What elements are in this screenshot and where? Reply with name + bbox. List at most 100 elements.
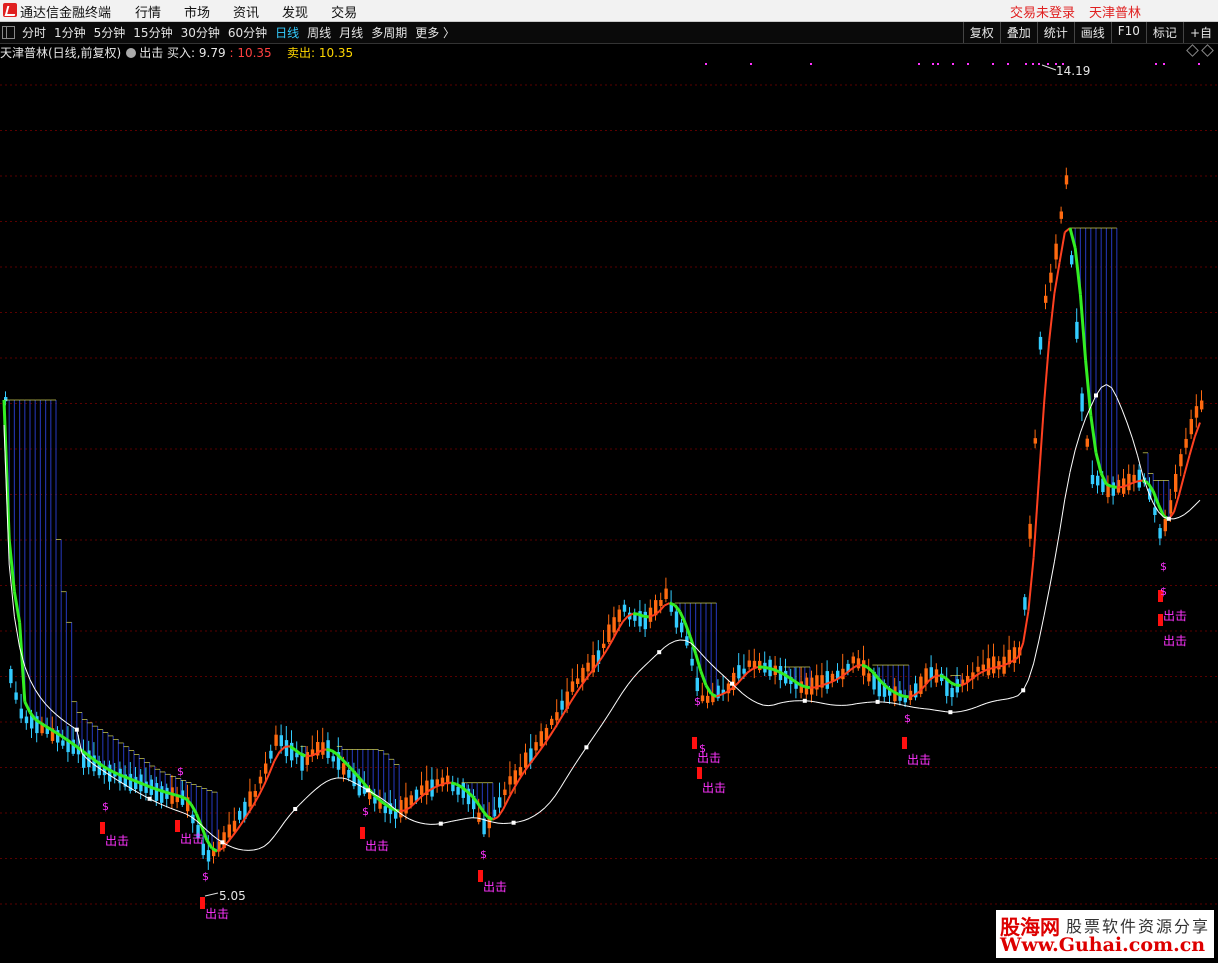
tab-daily[interactable]: 日线 xyxy=(275,24,299,41)
menu-item-discover[interactable]: 发现 xyxy=(282,2,308,21)
top-marker-dot xyxy=(932,63,934,65)
slow-line-segment xyxy=(575,754,582,764)
slow-line-segment xyxy=(965,708,972,711)
signal-dollar: $ xyxy=(699,742,706,755)
slow-line-segment xyxy=(716,668,722,675)
menu-item-market[interactable]: 市场 xyxy=(184,2,210,21)
rising-line-segment xyxy=(1137,479,1143,483)
high-marker-arrow xyxy=(1041,64,1057,71)
candle-body xyxy=(976,666,980,672)
slow-line-segment xyxy=(1111,387,1118,398)
slow-line-segment xyxy=(986,701,993,704)
mark-button[interactable]: 标记 xyxy=(1145,22,1183,43)
tab-weekly[interactable]: 周线 xyxy=(307,24,331,41)
tab-intraday[interactable]: 分时 xyxy=(22,24,46,41)
overlay-button[interactable]: 叠加 xyxy=(999,22,1037,43)
falling-line-segment xyxy=(1151,490,1160,506)
rising-line-segment xyxy=(658,604,666,613)
slow-line-segment xyxy=(1012,695,1019,699)
candle-body xyxy=(1194,406,1199,418)
top-marker-dot xyxy=(1025,63,1027,65)
rising-line-segment xyxy=(1037,404,1045,481)
slow-line-segment xyxy=(227,844,234,848)
slow-line-segment xyxy=(263,841,270,847)
candle-body xyxy=(284,740,289,757)
current-stock-name[interactable]: 天津普林 xyxy=(1089,2,1141,21)
candle-body xyxy=(576,678,580,684)
indicator-name[interactable]: 出击 xyxy=(139,46,163,60)
menu-item-news[interactable]: 资讯 xyxy=(233,2,259,21)
falling-line-segment xyxy=(683,622,692,638)
candle-body xyxy=(648,607,653,622)
slow-line-segment xyxy=(1038,615,1045,642)
statistics-button[interactable]: 统计 xyxy=(1036,22,1074,43)
slow-line-segment xyxy=(846,704,852,706)
rising-line-segment xyxy=(399,809,405,813)
rising-line-segment xyxy=(284,745,291,748)
rising-line-segment xyxy=(1027,557,1035,612)
slow-line-segment xyxy=(606,708,613,717)
falling-line-segment xyxy=(678,611,687,624)
slow-line-segment xyxy=(585,739,593,748)
candle-body xyxy=(14,692,18,700)
slow-line-segment xyxy=(461,817,467,820)
slow-line-segment xyxy=(913,706,920,709)
slow-line-segment xyxy=(273,828,281,837)
indicator-options-icon[interactable] xyxy=(126,48,137,58)
slow-line-segment xyxy=(1173,516,1180,520)
signal-label: 出击 xyxy=(483,880,507,894)
panel-toggle-icon[interactable] xyxy=(2,26,15,39)
trade-login-status[interactable]: 交易未登录 xyxy=(1010,2,1075,21)
rising-line-segment xyxy=(736,677,744,685)
tab-60min[interactable]: 60分钟 xyxy=(228,24,267,41)
candle-body xyxy=(851,656,855,664)
candle-body xyxy=(622,604,627,612)
tab-5min[interactable]: 5分钟 xyxy=(94,24,126,41)
slow-line-segment xyxy=(55,714,62,720)
tab-30min[interactable]: 30分钟 xyxy=(181,24,220,41)
tab-1min[interactable]: 1分钟 xyxy=(54,24,86,41)
draw-line-button[interactable]: 画线 xyxy=(1073,22,1111,43)
price-chart[interactable]: $出击$出击$出击$出击$出击$出击$出击$出击$出击$出击14.195.05 xyxy=(0,60,1218,963)
candle-body xyxy=(227,824,231,838)
candle-body xyxy=(950,687,954,698)
falling-line-segment xyxy=(1068,227,1077,249)
slow-line-segment xyxy=(700,652,707,660)
slow-line-segment xyxy=(1178,514,1185,518)
falling-line-segment xyxy=(633,612,639,616)
candle-body xyxy=(680,622,684,633)
signal-label: 出击 xyxy=(205,907,229,921)
tab-monthly[interactable]: 月线 xyxy=(339,24,363,41)
candle-body xyxy=(1085,438,1089,447)
slow-line-segment xyxy=(919,707,925,710)
falling-line-segment xyxy=(299,752,307,758)
rising-line-segment xyxy=(622,615,629,623)
tab-more[interactable]: 更多 〉 xyxy=(415,24,455,41)
rising-line-segment xyxy=(856,664,863,667)
slow-line-segment xyxy=(159,803,166,807)
slow-line-segment xyxy=(815,701,821,704)
f10-button[interactable]: F10 xyxy=(1110,22,1146,43)
restore-rights-button[interactable]: 复权 xyxy=(962,22,1000,43)
expand-diamond-icon[interactable] xyxy=(1201,44,1214,57)
slow-line-segment xyxy=(565,770,572,780)
slow-line-segment xyxy=(523,818,530,821)
add-watchlist-button[interactable]: +自 xyxy=(1182,22,1218,43)
tab-15min[interactable]: 15分钟 xyxy=(133,24,172,41)
falling-line-segment xyxy=(799,683,806,689)
tab-multi-period[interactable]: 多周期 xyxy=(371,24,407,41)
signal-label: 出击 xyxy=(180,832,204,846)
top-marker-dot xyxy=(810,63,812,65)
signal-bar xyxy=(692,737,697,749)
collapse-diamond-icon[interactable] xyxy=(1186,44,1199,57)
menu-item-market-quotes[interactable]: 行情 xyxy=(135,2,161,21)
menu-item-trade[interactable]: 交易 xyxy=(331,2,357,21)
slow-line-segment xyxy=(591,731,598,740)
falling-line-segment xyxy=(1105,482,1113,488)
slow-line-segment xyxy=(898,703,904,706)
rising-line-segment xyxy=(320,748,327,752)
candle-body xyxy=(232,820,237,832)
rising-line-segment xyxy=(851,664,858,670)
signal-dollar: $ xyxy=(694,695,701,708)
watermark-url: Www.Guhai.com.cn xyxy=(1000,934,1206,956)
